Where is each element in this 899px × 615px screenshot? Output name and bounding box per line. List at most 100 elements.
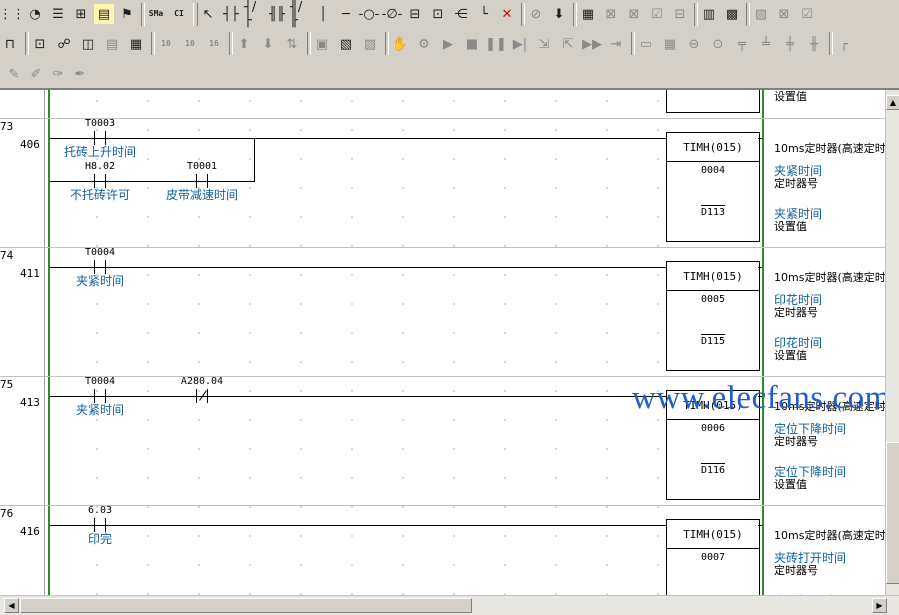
ladder-editor[interactable]: 设置值 73 406 T0003 托砖上升时间 H8.02 不托砖许可 T0001 皮带减速时…	[0, 90, 885, 595]
timer-instruction-block[interactable]: TIMH(015) 0005 D115	[666, 261, 760, 371]
pulse-icon[interactable]: ⊡	[428, 4, 448, 24]
data-area-icon[interactable]: ▦	[126, 34, 146, 54]
hand-icon[interactable]: ✋	[390, 34, 410, 54]
grid-dot	[249, 245, 251, 247]
nc-coil-icon[interactable]: -∅-	[382, 4, 403, 24]
force-off-icon[interactable]: ⬇	[258, 34, 278, 54]
no-contact-icon[interactable]: ┤├	[221, 4, 241, 24]
delete-line-icon[interactable]: ✕	[497, 4, 517, 24]
run-icon[interactable]: ▶	[438, 34, 458, 54]
force-cancel-icon[interactable]: ⇅	[282, 34, 302, 54]
monitor-check-icon[interactable]: ☑	[797, 4, 817, 24]
sim-reset-icon[interactable]: ╧	[756, 34, 776, 54]
instruction-icon[interactable]: ⊟	[405, 4, 425, 24]
select-cursor-icon[interactable]: ↖	[198, 4, 218, 24]
pin-icon[interactable]: ✎	[4, 64, 24, 84]
edit-check-icon[interactable]: ☑	[647, 4, 667, 24]
scroll-up-button[interactable]: ▲	[886, 95, 899, 110]
grid-dot	[147, 245, 149, 247]
io-map-icon[interactable]: ◫	[78, 34, 98, 54]
fast-forward-icon[interactable]: ▶▶	[582, 34, 602, 54]
sim-clear-icon[interactable]: ╫	[804, 34, 824, 54]
online-edit-icon[interactable]: ⊘	[526, 4, 546, 24]
sim-break-icon[interactable]: ⊖	[684, 34, 704, 54]
memory-card-icon[interactable]: ▤	[102, 34, 122, 54]
pin-remove-icon[interactable]: ✒	[70, 64, 90, 84]
sim-set-icon[interactable]: ╤	[732, 34, 752, 54]
horizontal-line-icon[interactable]: ─	[336, 4, 356, 24]
toolbar-separator	[307, 32, 311, 55]
timer-instruction-block[interactable]: TIMH(015) 0007	[666, 519, 760, 595]
scroll-left-button[interactable]: ◀	[4, 598, 19, 613]
monitor-icon[interactable]: ◔	[25, 4, 45, 24]
force-on-icon[interactable]: ⬆	[234, 34, 254, 54]
or-nc-contact-icon[interactable]: ╢/╟	[290, 1, 310, 27]
memory-icon[interactable]: ▥	[699, 4, 719, 24]
grid-icon[interactable]: ⋮⋮	[0, 4, 25, 24]
sfc-icon[interactable]: SMa	[146, 4, 166, 24]
line-corner-icon[interactable]: └	[474, 4, 494, 24]
pin-edit-icon[interactable]: ✑	[48, 64, 68, 84]
edit-cancel-icon[interactable]: ⊟	[670, 4, 690, 24]
grid-dot	[606, 332, 608, 334]
grid-dot	[96, 100, 98, 102]
scroll-right-button[interactable]: ▶	[872, 598, 887, 613]
plc-info-icon[interactable]: ⊡	[30, 34, 50, 54]
connect-icon[interactable]: ☍	[54, 34, 74, 54]
data-trace-icon[interactable]: ▩	[722, 4, 742, 24]
prev-instruction-block[interactable]	[666, 90, 760, 113]
ci-icon[interactable]: CI	[169, 4, 189, 24]
timer-instruction-block[interactable]: TIMH(015) 0004 D113	[666, 132, 760, 242]
output-wire	[758, 267, 762, 268]
branch-wire	[50, 181, 255, 182]
sim-watch-icon[interactable]: ⊙	[708, 34, 728, 54]
ladder-view-icon[interactable]: ▤	[94, 4, 114, 24]
download-icon[interactable]: ⬇	[549, 4, 569, 24]
network-icon[interactable]: ⊓	[0, 34, 20, 54]
grid-dot	[402, 390, 404, 392]
grid-dot	[198, 448, 200, 450]
time-chart-icon[interactable]: ▨	[751, 4, 771, 24]
compile-icon[interactable]: ▧	[336, 34, 356, 54]
grid-dot	[555, 216, 557, 218]
grid-dot	[96, 303, 98, 305]
step-in-icon[interactable]: ⇲	[534, 34, 554, 54]
sim-table-icon[interactable]: ▦	[660, 34, 680, 54]
vertical-scroll-thumb[interactable]	[886, 442, 899, 584]
tree-view-icon[interactable]: ⚑	[117, 4, 137, 24]
rising-edge-icon[interactable]: ⋲	[451, 4, 471, 24]
io-table-icon[interactable]: ⊞	[71, 4, 91, 24]
grid-dot	[555, 564, 557, 566]
transfer-icon[interactable]: ▦	[578, 4, 598, 24]
horizontal-scroll-thumb[interactable]	[20, 598, 472, 613]
sim-contact-icon[interactable]: ▭	[636, 34, 656, 54]
cross-ref-icon[interactable]: ▨	[360, 34, 380, 54]
binary-display-icon[interactable]: 10	[156, 34, 176, 54]
vertical-scrollbar[interactable]: ▲	[885, 90, 899, 595]
sim-force-icon[interactable]: ╪	[780, 34, 800, 54]
instruction-description: 10ms定时器(高速定时	[774, 529, 885, 542]
step-out-icon[interactable]: ⇱	[558, 34, 578, 54]
vertical-line-icon[interactable]: │	[313, 4, 333, 24]
nc-contact-icon[interactable]: ┤/├	[244, 1, 264, 27]
pin-add-icon[interactable]: ✐	[26, 64, 46, 84]
go-to-end-icon[interactable]: ⇥	[606, 34, 626, 54]
stop-icon[interactable]: ■	[462, 34, 482, 54]
program-check-icon[interactable]: ▣	[312, 34, 332, 54]
sim-corner-icon[interactable]: ┌	[834, 34, 854, 54]
compare-icon[interactable]: ⊠	[601, 4, 621, 24]
gear-icon[interactable]: ⚙	[414, 34, 434, 54]
coil-icon[interactable]: -○-	[359, 4, 380, 24]
verify-icon[interactable]: ⊠	[624, 4, 644, 24]
list-view-icon[interactable]: ☰	[48, 4, 68, 24]
hex-display-icon[interactable]: 16	[204, 34, 224, 54]
step-icon[interactable]: ▶|	[510, 34, 530, 54]
pause-icon[interactable]: ❚❚	[485, 34, 507, 54]
grid-dot	[402, 477, 404, 479]
monitor-stop-icon[interactable]: ⊠	[774, 4, 794, 24]
grid-dot	[453, 245, 455, 247]
horizontal-scrollbar[interactable]: ◀ ▶	[0, 595, 899, 615]
or-no-contact-icon[interactable]: ╢╟	[267, 4, 287, 24]
operand2-label: 设置值	[774, 478, 807, 491]
decimal-display-icon[interactable]: 10	[180, 34, 200, 54]
